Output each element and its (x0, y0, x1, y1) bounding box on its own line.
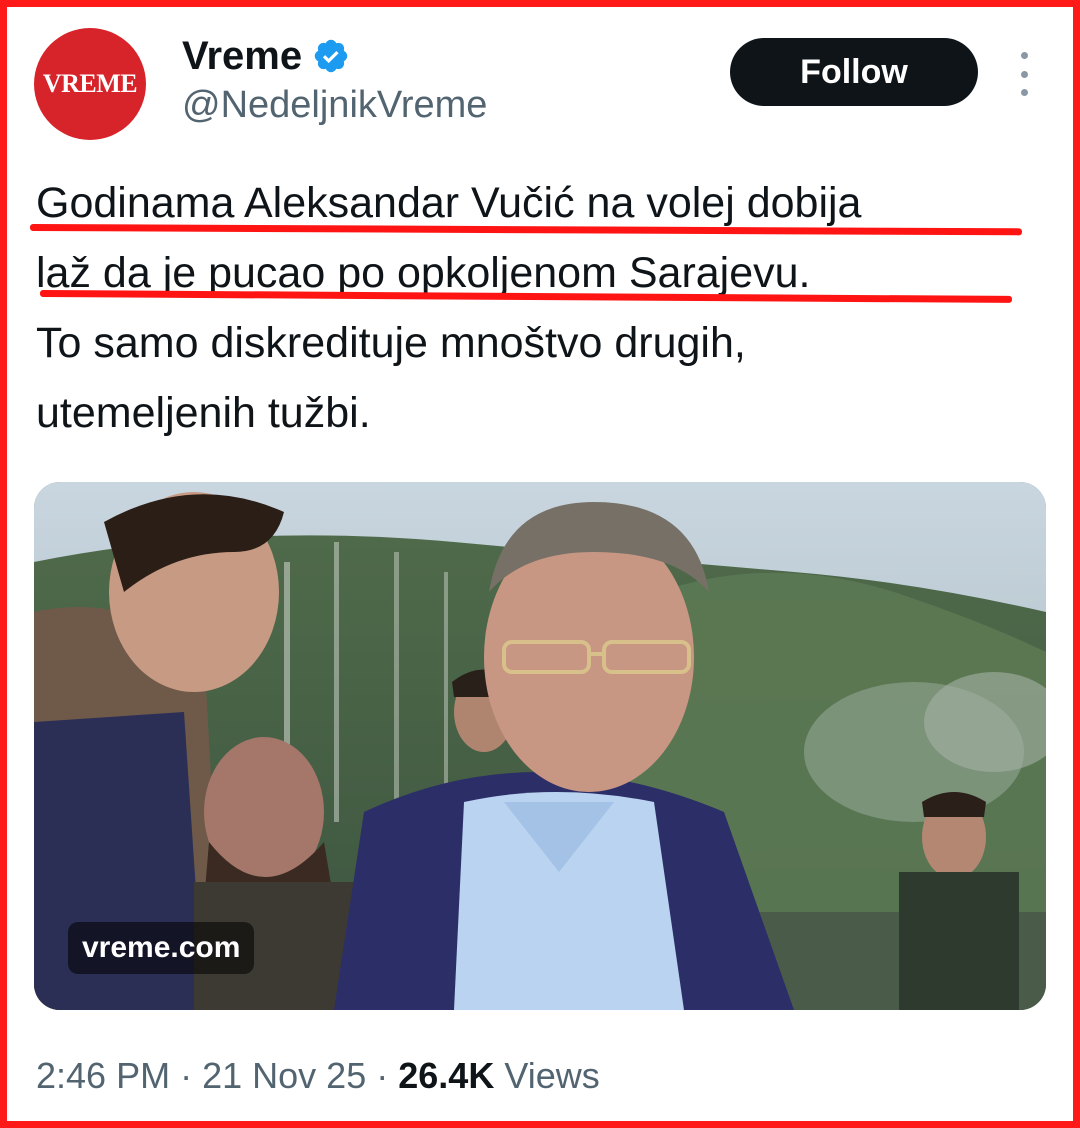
tweet-line: utemeljenih tužbi. (36, 389, 371, 437)
more-dot (1020, 89, 1028, 96)
more-dot (1020, 52, 1028, 59)
verified-badge-icon (314, 39, 348, 73)
tweet-text: Godinama Aleksandar Vučić na volej dobij… (36, 168, 1056, 448)
tweet-time[interactable]: 2:46 PM (36, 1055, 170, 1096)
avatar-logo-text: VREME (42, 69, 138, 98)
media-watermark: vreme.com (68, 922, 255, 974)
avatar[interactable]: VREME (34, 28, 146, 140)
display-name[interactable]: Vreme (182, 32, 350, 80)
views-label: Views (504, 1055, 600, 1096)
meta-separator: · (376, 1055, 389, 1096)
tweet-date[interactable]: 21 Nov 25 (202, 1055, 366, 1096)
display-name-text[interactable]: Vreme (182, 32, 302, 80)
tweet-meta: 2:46 PM · 21 Nov 25 · 26.4K Views (36, 1052, 600, 1100)
meta-separator: · (180, 1055, 193, 1096)
more-vertical-icon[interactable] (1006, 52, 1042, 96)
account-handle[interactable]: @NedeljnikVreme (182, 82, 487, 128)
tweet-line: To samo diskredituje mnoštvo drugih, (36, 319, 746, 367)
views-count[interactable]: 26.4K (398, 1055, 494, 1096)
more-dot (1020, 70, 1028, 78)
follow-button[interactable]: Follow (730, 38, 978, 106)
